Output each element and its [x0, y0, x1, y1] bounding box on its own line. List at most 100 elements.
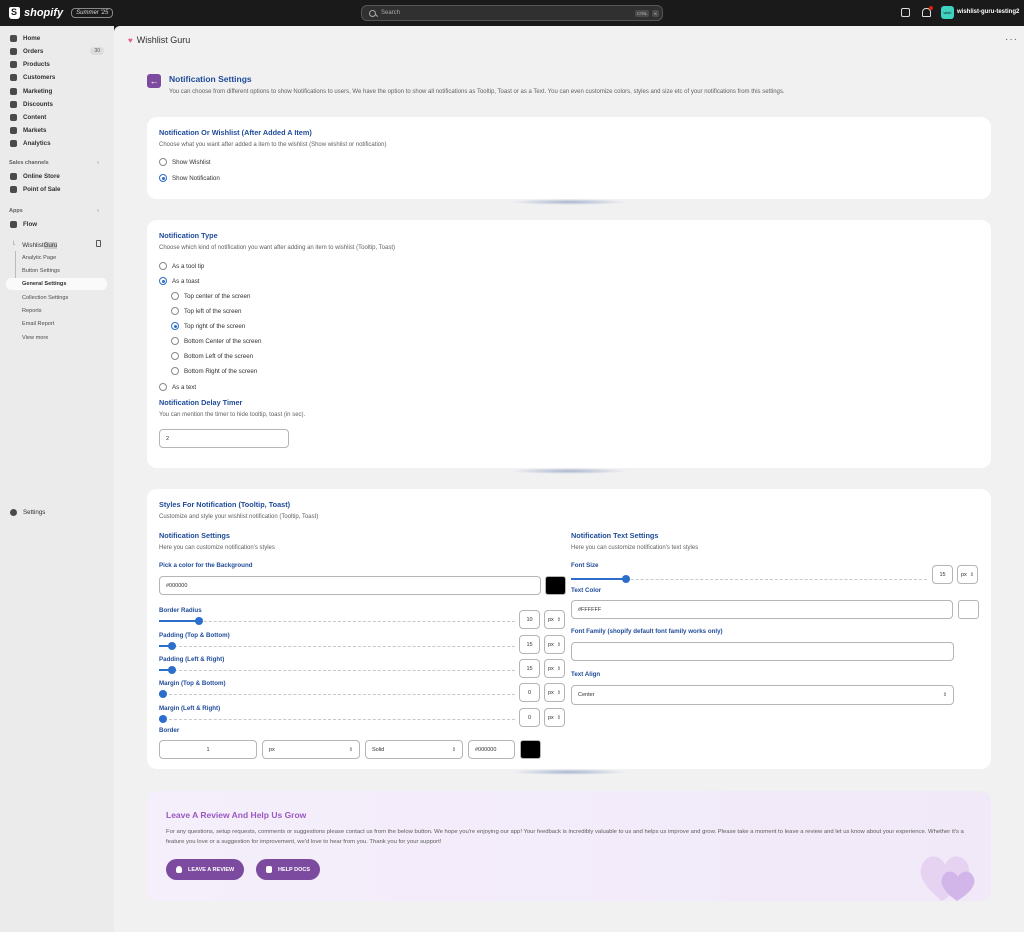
sidebar-subitem-view-more[interactable]: View more	[22, 335, 48, 341]
sidebar-item-markets[interactable]: Markets	[0, 124, 114, 136]
sidebar-subitem-button-settings[interactable]: Button Settings	[22, 268, 60, 274]
radio-toast-position-5[interactable]: Bottom Right of the screen	[171, 367, 257, 375]
hearts-illustration	[920, 856, 975, 901]
shopify-logo[interactable]: shopify Summer '25	[9, 7, 114, 19]
leave-review-button[interactable]: LEAVE A REVIEW	[166, 859, 245, 880]
bell-icon[interactable]	[922, 6, 933, 17]
sidebar-app-flow[interactable]: Flow	[0, 218, 114, 230]
sidebar-item-settings[interactable]: Settings	[0, 506, 114, 518]
font-size-input[interactable]: 15	[932, 565, 953, 584]
card-divider	[510, 769, 628, 775]
text-color-input[interactable]: #FFFFFF	[571, 600, 953, 619]
slider-0[interactable]	[159, 617, 515, 625]
person-icon	[10, 73, 17, 81]
help-docs-button[interactable]: HELP DOCS	[256, 859, 320, 880]
sidebar-item-products[interactable]: Products	[0, 58, 114, 70]
radio-circle	[159, 262, 167, 270]
radio-tooltip[interactable]: As a tool tip	[159, 262, 204, 270]
sales-channels-heading[interactable]: Sales channels ›	[9, 160, 105, 166]
text-color-swatch[interactable]	[958, 600, 979, 619]
sidebar-subitem-reports[interactable]: Reports	[22, 308, 42, 314]
more-actions-icon[interactable]: ···	[1005, 34, 1018, 45]
border-color-input[interactable]: #000000	[468, 740, 515, 759]
sidebar-subitem-collection-settings[interactable]: Collection Settings	[22, 295, 68, 301]
slider-thumb[interactable]	[159, 690, 167, 698]
slider-thumb[interactable]	[159, 715, 167, 723]
chevron-right-icon: ›	[97, 160, 99, 166]
card-notification-type: Notification Type Choose which kind of n…	[147, 220, 991, 468]
radio-toast-position-3[interactable]: Bottom Center of the screen	[171, 337, 261, 345]
background-color-input[interactable]: #000000	[159, 576, 541, 595]
slider-thumb[interactable]	[168, 642, 176, 650]
sidebar-item-home[interactable]: Home	[0, 32, 114, 44]
radio-circle	[171, 352, 179, 360]
sidebar-item-customers[interactable]: Customers	[0, 71, 114, 83]
slider-value-input-1[interactable]: 15	[519, 635, 540, 654]
border-color-swatch[interactable]	[520, 740, 541, 759]
apps-heading[interactable]: Apps ›	[9, 208, 105, 214]
target-icon	[10, 87, 17, 95]
border-style-select[interactable]: Solid ⇕	[365, 740, 463, 759]
slider-value-input-4[interactable]: 0	[519, 708, 540, 727]
slider-value-input-3[interactable]: 0	[519, 683, 540, 702]
select-arrows-icon: ⇕	[556, 616, 561, 623]
slider-3[interactable]	[159, 690, 515, 698]
font-size-slider[interactable]	[571, 575, 927, 583]
select-arrows-icon: ⇕	[348, 746, 353, 753]
sidebar-item-content[interactable]: Content	[0, 111, 114, 123]
font-size-unit-select[interactable]: px ⇕	[957, 565, 978, 584]
flow-icon	[10, 220, 17, 228]
tag-icon	[10, 60, 17, 68]
sidebar-item-orders[interactable]: Orders 30	[0, 45, 114, 57]
slider-thumb[interactable]	[168, 666, 176, 674]
slider-unit-select-4[interactable]: px ⇕	[544, 708, 565, 727]
slider-value-input-0[interactable]: 10	[519, 610, 540, 629]
search-input[interactable]: Search	[381, 10, 635, 16]
sidebar-subitem-email-report[interactable]: Email Report	[22, 321, 54, 327]
discount-icon	[10, 100, 17, 108]
radio-toast-position-2[interactable]: Top right of the screen	[171, 322, 245, 330]
border-width-input[interactable]: 1	[159, 740, 257, 759]
sidebar-subitem-general-settings[interactable]: General Settings	[6, 278, 107, 290]
pin-icon[interactable]	[96, 240, 101, 247]
edition-badge[interactable]: Summer '25	[71, 8, 114, 18]
radio-toast-position-4[interactable]: Bottom Left of the screen	[171, 352, 253, 360]
radio-show-notification[interactable]: Show Notification	[159, 174, 220, 182]
back-button[interactable]: ←	[147, 74, 161, 88]
store-name[interactable]: wishlist-guru-testing2	[957, 9, 1019, 15]
slider-unit-select-3[interactable]: px ⇕	[544, 683, 565, 702]
sidebar-channel-0[interactable]: Online Store	[0, 170, 114, 182]
delay-timer-input[interactable]: 2	[159, 429, 289, 448]
sidebar-channel-1[interactable]: Point of Sale	[0, 183, 114, 195]
sidebar-item-discounts[interactable]: Discounts	[0, 98, 114, 110]
slider-unit-select-2[interactable]: px ⇕	[544, 659, 565, 678]
content-icon	[10, 113, 17, 121]
store-icon[interactable]	[901, 8, 910, 17]
font-family-input[interactable]	[571, 642, 954, 661]
pos-icon	[10, 185, 17, 193]
slider-value-input-2[interactable]: 15	[519, 659, 540, 678]
radio-toast[interactable]: As a toast	[159, 277, 200, 285]
sidebar-subitem-analytic-page[interactable]: Analytic Page	[22, 255, 56, 261]
sidebar-item-analytics[interactable]: Analytics	[0, 137, 114, 149]
slider-unit-select-1[interactable]: px ⇕	[544, 635, 565, 654]
document-icon	[266, 866, 272, 873]
search-bar[interactable]: Search CTRL K	[361, 5, 663, 21]
slider-1[interactable]	[159, 642, 515, 650]
slider-4[interactable]	[159, 715, 515, 723]
sidebar-item-marketing[interactable]: Marketing	[0, 85, 114, 97]
slider-thumb[interactable]	[195, 617, 203, 625]
radio-toast-position-0[interactable]: Top center of the screen	[171, 292, 250, 300]
radio-text[interactable]: As a text	[159, 383, 196, 391]
background-color-swatch[interactable]	[545, 576, 566, 595]
slider-2[interactable]	[159, 666, 515, 674]
radio-toast-position-1[interactable]: Top left of the screen	[171, 307, 241, 315]
slider-label-4: Margin (Left & Right)	[159, 705, 221, 712]
store-avatar[interactable]: wish	[941, 6, 954, 19]
text-align-select[interactable]: Center ⇕	[571, 685, 954, 705]
slider-thumb[interactable]	[622, 575, 630, 583]
slider-label-1: Padding (Top & Bottom)	[159, 632, 230, 639]
slider-unit-select-0[interactable]: px ⇕	[544, 610, 565, 629]
radio-show-wishlist[interactable]: Show Wishlist	[159, 158, 211, 166]
border-unit-select[interactable]: px ⇕	[262, 740, 360, 759]
